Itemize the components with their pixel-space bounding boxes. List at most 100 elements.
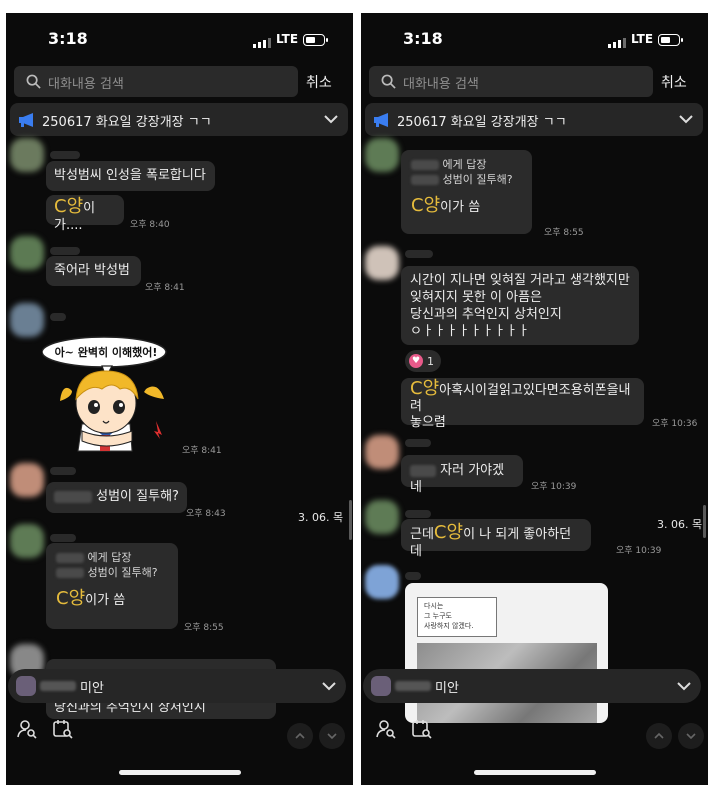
speech-caption: 다시는 그 누구도 사랑하지 않겠다.: [417, 597, 497, 637]
avatar[interactable]: [365, 565, 399, 599]
avatar[interactable]: [365, 435, 399, 469]
cancel-button[interactable]: 취소: [306, 72, 332, 92]
message-text: 죽어라 박성범: [54, 263, 130, 278]
message-text: 박성범씨 인성을 폭로합니다: [54, 168, 206, 183]
clock: 3:18: [48, 29, 88, 48]
message-bubble[interactable]: 에게 답장 성범이 질투해? C양이가 씀: [401, 150, 532, 234]
cancel-button[interactable]: 취소: [661, 72, 687, 92]
notice-banner[interactable]: 250617 화요일 강장개장 ㄱㄱ: [365, 103, 703, 136]
sticker-image[interactable]: 아~ 완벽히 이해했어!: [41, 329, 182, 454]
message-bubble[interactable]: C양이가....: [46, 195, 124, 233]
avatar[interactable]: [10, 138, 44, 172]
sender-name: [405, 510, 431, 518]
timestamp: 오후 8:40: [130, 220, 170, 230]
avatar[interactable]: [10, 303, 44, 337]
message-bubble[interactable]: 에게 답장 성범이 질투해? C양이가 씀: [46, 543, 178, 629]
avatar[interactable]: [10, 524, 44, 558]
blurred-name: [54, 490, 92, 503]
reply-quote-text: 성범이 질투해?: [87, 566, 158, 579]
scroll-up-button[interactable]: [646, 723, 672, 749]
date-indicator: 3. 06. 목: [298, 511, 344, 524]
message-text: 이가 씀: [85, 593, 126, 608]
message-text: 잊혀지지 못한 이 아픔은: [410, 290, 542, 305]
bottom-toolbar: [361, 718, 708, 749]
reply-to: 에게 답장: [87, 551, 132, 564]
message-bubble[interactable]: 시간이 지나면 잊혀질 거라고 생각했지만 잊혀지지 못한 이 아픔은 당신과의…: [401, 266, 639, 345]
search-placeholder: 대화내용 검색: [48, 77, 124, 92]
highlighted-name: C양: [54, 196, 84, 217]
avatar[interactable]: [365, 138, 399, 172]
message-text: 아혹시이걸읽고있다면조용히폰을내려: [410, 383, 631, 414]
timestamp: 오후 10:36: [652, 419, 698, 429]
avatar[interactable]: [365, 246, 399, 280]
sticker-text: 아~ 완벽히 이해했어!: [54, 346, 158, 359]
scroll-down-button[interactable]: [678, 723, 704, 749]
user-search-icon[interactable]: [375, 718, 397, 740]
signal-icon: [253, 38, 271, 48]
scrollbar[interactable]: [703, 505, 706, 538]
blurred-name: [411, 160, 439, 170]
chevron-down-icon[interactable]: [324, 114, 338, 124]
message-bubble[interactable]: 성범이 질투해?: [46, 482, 187, 513]
reply-quote: 성범이 질투해?: [56, 565, 168, 580]
user-search-icon[interactable]: [16, 718, 38, 740]
reaction-badge[interactable]: ♥ 1: [405, 350, 441, 372]
message-text: 당신과의 추억인지 상처인지: [410, 307, 562, 322]
blurred-name: [395, 681, 431, 691]
timestamp: 오후 8:55: [544, 228, 584, 238]
highlighted-name: C양: [410, 378, 440, 399]
scroll-up-button[interactable]: [287, 723, 313, 749]
message-bubble[interactable]: 근데C양이 나 되게 좋아하던데: [401, 519, 591, 559]
chevron-down-icon[interactable]: [679, 114, 693, 124]
sender-name: [405, 572, 421, 580]
reply-to: 에게 답장: [442, 158, 487, 171]
date-indicator: 3. 06. 목: [657, 518, 703, 531]
message-text: 놓으렴: [410, 415, 446, 430]
sender-name: [405, 439, 431, 447]
blurred-name: [56, 553, 84, 563]
message-text: 시간이 지나면 잊혀질 거라고 생각했지만: [410, 273, 630, 288]
highlighted-name: C양: [433, 522, 464, 543]
message-bubble[interactable]: 박성범씨 인성을 폭로합니다: [46, 161, 215, 191]
signal-icon: [608, 38, 626, 48]
chevron-up-icon: [295, 732, 305, 739]
sender-name: [50, 313, 66, 321]
message-text: 성범이 질투해?: [96, 489, 179, 504]
battery-icon: [303, 34, 328, 46]
scrollbar[interactable]: [349, 500, 352, 540]
blurred-name: [410, 464, 436, 477]
home-indicator[interactable]: [474, 770, 596, 775]
heart-icon: ♥: [409, 354, 423, 368]
megaphone-icon: [374, 113, 388, 127]
avatar[interactable]: [365, 500, 399, 534]
reply-preview-bar[interactable]: 미안: [363, 669, 701, 703]
reply-preview-bar[interactable]: 미안: [8, 669, 346, 703]
avatar[interactable]: [10, 236, 44, 270]
search-placeholder: 대화내용 검색: [403, 77, 479, 92]
message-text: 근데: [410, 527, 434, 542]
caption-text: 사랑하지 않겠다.: [424, 622, 474, 630]
message-bubble[interactable]: 자러 가야겠네: [401, 455, 523, 495]
calendar-search-icon[interactable]: [52, 718, 74, 740]
preview-text: 미안: [435, 681, 459, 696]
search-input[interactable]: 대화내용 검색: [14, 66, 298, 97]
status-bar: 3:18 LTE: [6, 29, 353, 53]
chevron-down-icon[interactable]: [322, 681, 336, 691]
reply-quote-text: 성범이 질투해?: [442, 173, 513, 186]
avatar[interactable]: [10, 463, 44, 497]
timestamp: 오후 8:41: [145, 283, 185, 293]
blurred-name: [56, 568, 84, 578]
calendar-search-icon[interactable]: [411, 718, 433, 740]
search-input[interactable]: 대화내용 검색: [369, 66, 653, 97]
message-bubble[interactable]: C양아혹시이걸읽고있다면조용히폰을내려 놓으렴: [401, 378, 644, 430]
chevron-down-icon[interactable]: [677, 681, 691, 691]
blurred-name: [411, 175, 439, 185]
scroll-down-button[interactable]: [319, 723, 345, 749]
reply-quote: 성범이 질투해?: [411, 172, 522, 187]
notice-banner[interactable]: 250617 화요일 강장개장 ㄱㄱ: [10, 103, 348, 136]
battery-icon: [658, 34, 683, 46]
preview-text: 미안: [80, 681, 104, 696]
home-indicator[interactable]: [119, 770, 241, 775]
message-bubble[interactable]: 죽어라 박성범: [46, 256, 141, 286]
sender-name: [50, 151, 80, 159]
